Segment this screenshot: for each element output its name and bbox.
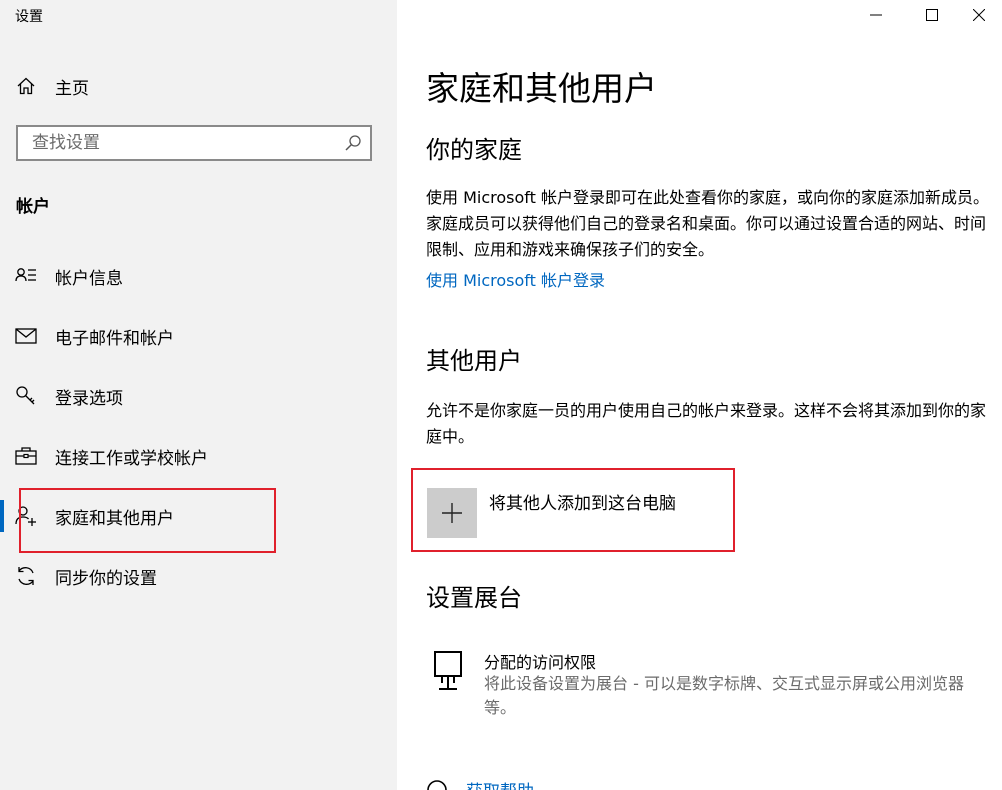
sidebar-item-label: 电子邮件和帐户 [55,328,174,349]
help-chat-icon [426,779,448,790]
sidebar-item-work-school[interactable]: 连接工作或学校帐户 [0,436,397,476]
sidebar-item-email[interactable]: 电子邮件和帐户 [0,316,397,356]
settings-window: 设置 主页 帐户 帐户信息 电子邮件和帐户 [0,0,1002,790]
sync-icon [14,564,38,588]
assigned-access-description: 将此设备设置为展台 - 可以是数字标牌、交互式显示屏或公用浏览器等。 [484,674,964,717]
search-input[interactable] [18,127,338,159]
minimize-button[interactable] [853,0,899,30]
key-icon [14,384,38,408]
home-icon [14,74,38,98]
sidebar-item-sync[interactable]: 同步你的设置 [0,556,397,596]
main-content: 家庭和其他用户 你的家庭 使用 Microsoft 帐户登录即可在此处查看你的家… [397,0,1002,790]
annotation-highlight-add-button [411,468,735,552]
sidebar-item-label: 连接工作或学校帐户 [55,448,208,469]
app-title: 设置 [15,9,43,25]
search-box[interactable] [16,125,372,161]
maximize-icon [926,9,938,21]
microsoft-sign-in-link[interactable]: 使用 Microsoft 帐户登录 [426,267,605,291]
annotation-highlight-nav [19,488,276,553]
kiosk-heading: 设置展台 [426,584,522,612]
assigned-access-item[interactable]: 分配的访问权限 将此设备设置为展台 - 可以是数字标牌、交互式显示屏或公用浏览器… [427,648,992,728]
sidebar: 设置 主页 帐户 帐户信息 电子邮件和帐户 [0,0,397,790]
family-description: 使用 Microsoft 帐户登录即可在此处查看你的家庭，或向你的家庭添加新成员… [426,188,989,259]
kiosk-icon [431,650,467,694]
other-users-heading: 其他用户 [426,347,522,375]
get-help-link[interactable]: 获取帮助 [466,777,534,790]
sidebar-item-account-info[interactable]: 帐户信息 [0,256,397,296]
minimize-icon [870,14,882,16]
assigned-access-title: 分配的访问权限 [484,653,597,672]
section-header-accounts: 帐户 [16,197,50,217]
other-users-description: 允许不是你家庭一员的用户使用自己的帐户来登录。这样不会将其添加到你的家庭中。 [426,401,987,446]
sidebar-item-label: 帐户信息 [55,268,123,289]
mail-icon [14,324,38,348]
briefcase-icon [14,444,38,468]
sidebar-item-label: 登录选项 [55,388,123,409]
close-icon [973,9,985,21]
sidebar-item-sign-in-options[interactable]: 登录选项 [0,376,397,416]
sidebar-item-label: 同步你的设置 [55,568,157,589]
page-title: 家庭和其他用户 [426,69,657,108]
account-info-icon [14,264,38,288]
maximize-button[interactable] [909,0,955,30]
search-icon[interactable] [344,134,362,152]
home-nav-item[interactable]: 主页 [0,66,397,106]
close-button[interactable] [956,0,1002,30]
family-heading: 你的家庭 [426,136,522,164]
home-label: 主页 [55,78,89,99]
